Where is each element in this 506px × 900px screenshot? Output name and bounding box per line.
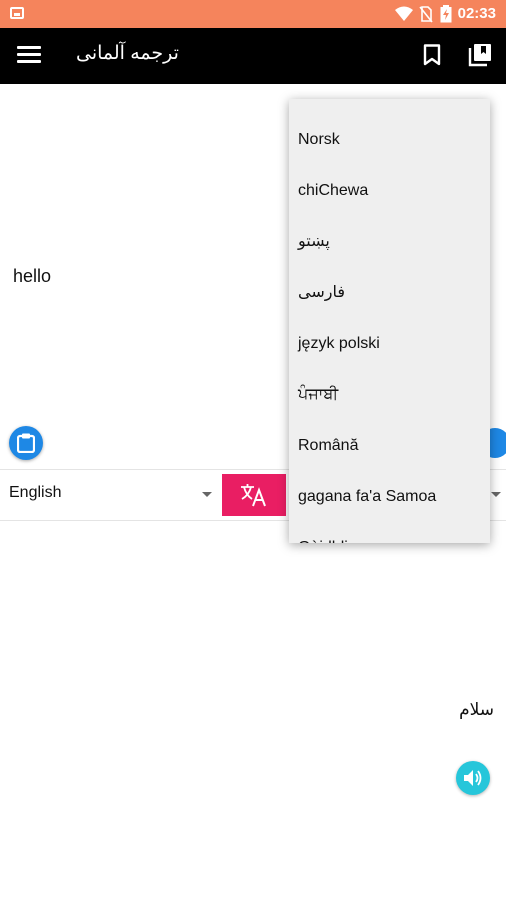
language-option[interactable]: Română [289,420,490,471]
no-sim-icon [419,6,433,23]
language-option[interactable]: Gàidhlig [289,522,490,543]
app-title: ترجمه آلمانی [76,43,179,64]
translated-text: سلام [459,700,494,719]
language-option[interactable]: język polski [289,318,490,369]
wifi-icon [395,6,413,21]
status-time: 02:33 [457,5,496,22]
battery-charging-icon [440,5,452,23]
translate-icon [241,484,266,507]
language-option[interactable]: پښتو [289,216,490,267]
app-toolbar: ترجمه آلمانی [0,28,506,84]
language-option[interactable]: فارسی [289,267,490,318]
bookmark-icon[interactable] [422,44,442,66]
library-icon[interactable] [468,43,492,67]
language-option[interactable]: Norsk [289,114,490,165]
status-bar: 02:33 [0,0,506,28]
menu-icon[interactable] [17,46,41,66]
clipboard-icon [17,433,35,453]
source-text[interactable]: hello [13,266,51,287]
target-chevron-down-icon[interactable] [491,492,501,497]
language-option[interactable]: chiChewa [289,165,490,216]
source-language-select[interactable]: English [9,484,61,502]
chevron-down-icon[interactable] [202,492,212,497]
language-dropdown-menu: Norsk chiChewa پښتو فارسی język polski ਪੰਜਾਬੀ… [289,99,490,543]
volume-icon [464,770,482,786]
language-option[interactable]: ਪੰਜਾਬੀ [289,369,490,420]
language-option[interactable]: gagana fa'a Samoa [289,471,490,522]
speak-button[interactable] [456,761,490,795]
translate-button[interactable] [222,474,286,516]
paste-button[interactable] [9,426,43,460]
image-icon [10,7,24,19]
